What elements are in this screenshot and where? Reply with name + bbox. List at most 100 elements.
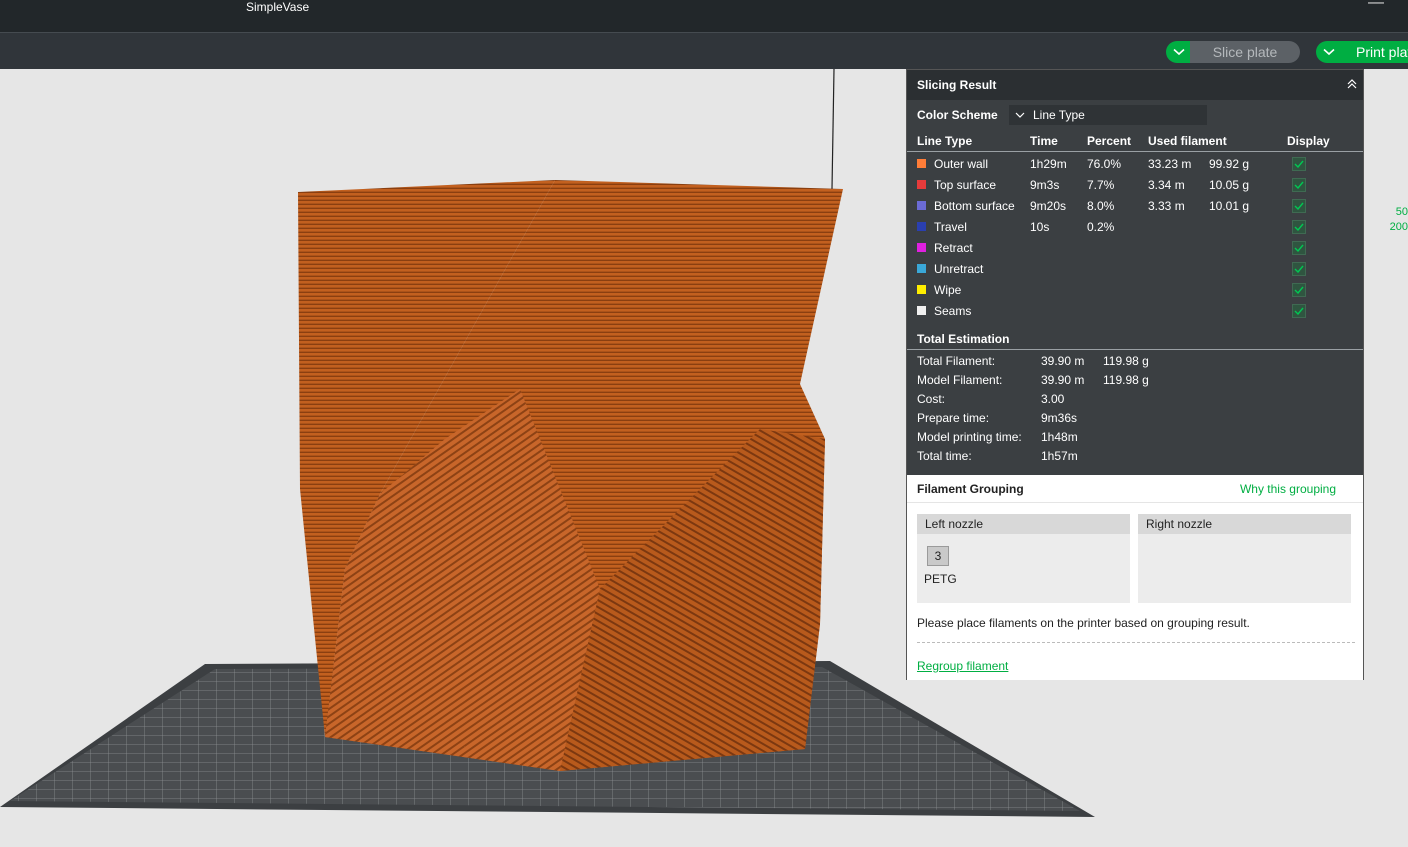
line-type-row: Unretract [907,258,1363,279]
length-cell: 3.33 m [1148,198,1185,213]
display-cell [1287,261,1347,276]
color-swatch [917,243,926,252]
check-icon [1294,244,1304,252]
line-type-name: Wipe [934,282,962,297]
line-type-name: Bottom surface [934,198,1015,213]
weight-cell: 10.01 g [1209,198,1250,213]
display-checkbox[interactable] [1292,156,1306,171]
color-swatch [917,222,926,231]
display-checkbox[interactable] [1292,261,1306,276]
check-icon [1294,265,1304,273]
weight-cell: 99.92 g [1209,156,1250,171]
slice-plate-button[interactable]: Slice plate [1190,41,1300,63]
estimation-label: Total Filament: [917,353,996,368]
display-checkbox[interactable] [1292,177,1306,192]
percent-cell: 7.7% [1087,177,1115,192]
estimation-label: Model Filament: [917,372,1003,387]
check-icon [1294,202,1304,210]
filament-grouping-header: Filament Grouping Why this grouping [907,475,1363,503]
minimize-button[interactable]: — [1368,0,1384,12]
left-nozzle-label: Left nozzle [917,514,1130,534]
filament-chip[interactable]: 3 [927,546,949,566]
color-swatch [917,201,926,210]
estimation-row: Cost: 3.00 [907,389,1363,408]
line-type-header: Line Type Time Percent Used filament Dis… [907,130,1363,152]
print-dropdown-button[interactable] [1316,41,1342,63]
estimation-value: 39.90 m [1041,372,1085,387]
header-display: Display [1287,133,1330,148]
percent-cell: 76.0% [1087,156,1122,171]
color-swatch [917,264,926,273]
color-scheme-row: Color Scheme Line Type [907,100,1363,130]
right-nozzle-box: Right nozzle [1138,514,1351,603]
header-percent: Percent [1087,133,1132,148]
side-labels: 50 200 [1382,205,1408,235]
panel-title: Slicing Result [917,78,997,92]
line-type-cell: Top surface [917,178,1030,192]
line-type-row: Bottom surface 9m20s 8.0% 3.33 m 10.01 g [907,195,1363,216]
line-type-cell: Unretract [917,262,1030,276]
display-checkbox[interactable] [1292,282,1306,297]
estimation-row: Model Filament: 39.90 m 119.98 g [907,370,1363,389]
chevron-down-icon [1173,48,1185,56]
percent-cell: 8.0% [1087,198,1115,213]
filament-grouping-section: Filament Grouping Why this grouping Left… [907,475,1363,680]
check-icon [1294,181,1304,189]
slice-dropdown-button[interactable] [1166,41,1192,63]
display-cell [1287,303,1347,318]
display-checkbox[interactable] [1292,198,1306,213]
display-cell [1287,282,1347,297]
nozzle-boxes: Left nozzle 3 PETG Right nozzle [917,514,1351,603]
color-scheme-select[interactable]: Line Type [1009,105,1207,125]
display-cell [1287,177,1347,192]
estimation-value: 1h57m [1041,448,1078,463]
header-line-type: Line Type [917,133,973,148]
time-cell: 9m20s [1030,198,1067,213]
title-bar: SimpleVase — [0,0,1408,32]
filament-type: PETG [924,572,957,586]
line-type-cell: Seams [917,304,1030,318]
display-checkbox[interactable] [1292,240,1306,255]
panel-header: Slicing Result [907,70,1363,100]
regroup-filament-link[interactable]: Regroup filament [917,659,1008,673]
left-nozzle-box: Left nozzle 3 PETG [917,514,1130,603]
why-grouping-link[interactable]: Why this grouping [1240,482,1336,496]
color-swatch [917,180,926,189]
axis-line [831,69,835,190]
display-checkbox[interactable] [1292,303,1306,318]
line-type-row: Seams [907,300,1363,321]
print-plate-button[interactable]: Print plate [1342,41,1408,63]
header-used-filament: Used filament [1148,133,1227,148]
color-swatch [917,306,926,315]
grouping-note: Please place filaments on the printer ba… [917,616,1250,630]
time-cell: 9m3s [1030,177,1060,192]
estimation-value-2: 119.98 g [1103,372,1149,387]
estimation-value: 1h48m [1041,429,1078,444]
line-type-name: Travel [934,219,967,234]
estimation-row: Model printing time: 1h48m [907,427,1363,446]
line-type-cell: Outer wall [917,157,1030,171]
line-type-name: Outer wall [934,156,989,171]
line-type-row: Outer wall 1h29m 76.0% 33.23 m 99.92 g [907,153,1363,174]
display-checkbox[interactable] [1292,219,1306,234]
line-type-name: Seams [934,303,972,318]
weight-cell: 10.05 g [1209,177,1250,192]
side-label: 50 [1395,206,1408,218]
estimation-row: Prepare time: 9m36s [907,408,1363,427]
line-type-row: Travel 10s 0.2% [907,216,1363,237]
collapse-icon[interactable] [1346,78,1358,90]
estimation-value-2: 119.98 g [1103,353,1149,368]
line-type-name: Top surface [934,177,997,192]
check-icon [1294,307,1304,315]
color-swatch [917,285,926,294]
line-type-cell: Bottom surface [917,199,1030,213]
line-type-cell: Retract [917,241,1030,255]
estimation-value: 9m36s [1041,410,1078,425]
toolbar: Slice plate Print plate [0,32,1408,69]
display-cell [1287,156,1347,171]
color-scheme-label: Color Scheme [917,108,998,122]
check-icon [1294,160,1304,168]
line-type-cell: Wipe [917,283,1030,297]
line-type-name: Retract [934,240,973,255]
divider [917,642,1355,643]
